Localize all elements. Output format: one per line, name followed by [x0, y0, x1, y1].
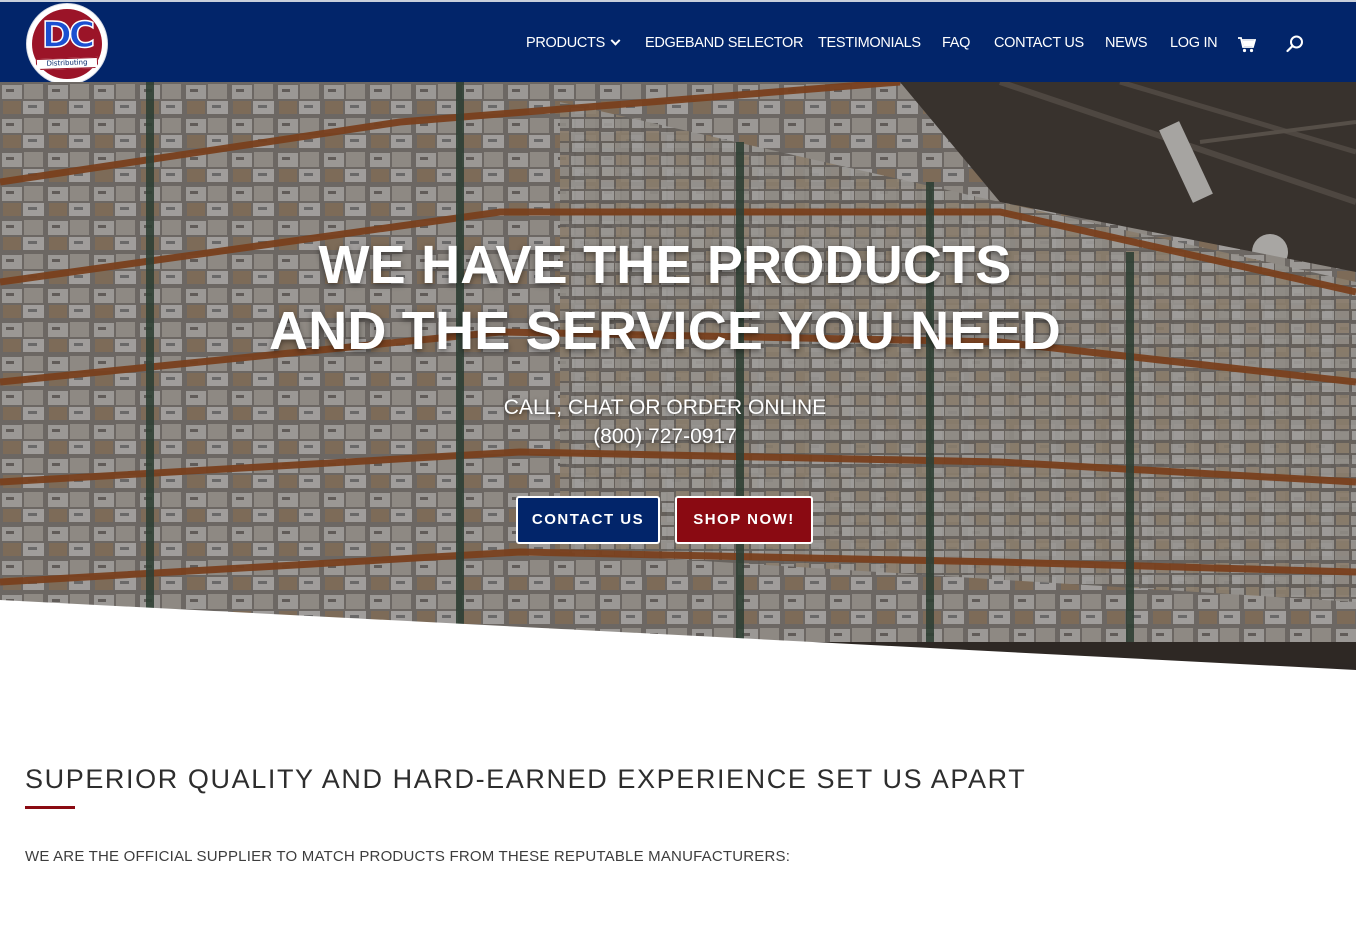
nav-products[interactable]: PRODUCTS: [526, 35, 621, 51]
search-icon[interactable]: [1286, 35, 1304, 53]
nav-edgeband-selector[interactable]: EDGEBAND SELECTOR: [645, 35, 804, 51]
heading-underline-rule: [25, 806, 75, 809]
shopping-cart-icon[interactable]: [1238, 37, 1256, 53]
nav-products-label: PRODUCTS: [526, 35, 605, 51]
section-heading: SUPERIOR QUALITY AND HARD-EARNED EXPERIE…: [25, 764, 1027, 794]
section-intro-text: WE ARE THE OFFICIAL SUPPLIER TO MATCH PR…: [25, 848, 791, 865]
nav-log-in[interactable]: LOG IN: [1170, 35, 1218, 51]
nav-contact-us[interactable]: CONTACT US: [994, 35, 1084, 51]
main-nav: PRODUCTS EDGEBAND SELECTOR TESTIMONIALS …: [0, 2, 1356, 84]
chevron-down-icon: [610, 35, 621, 46]
hero-banner: WE HAVE THE PRODUCTS AND THE SERVICE YOU…: [0, 82, 1356, 672]
nav-testimonials[interactable]: TESTIMONIALS: [818, 35, 921, 51]
nav-faq[interactable]: FAQ: [942, 35, 970, 51]
nav-news[interactable]: NEWS: [1105, 35, 1148, 51]
site-header: DC Distributing PRODUCTS EDGEBAND SELECT…: [0, 0, 1356, 84]
hero-slant-divider: [0, 600, 1356, 672]
